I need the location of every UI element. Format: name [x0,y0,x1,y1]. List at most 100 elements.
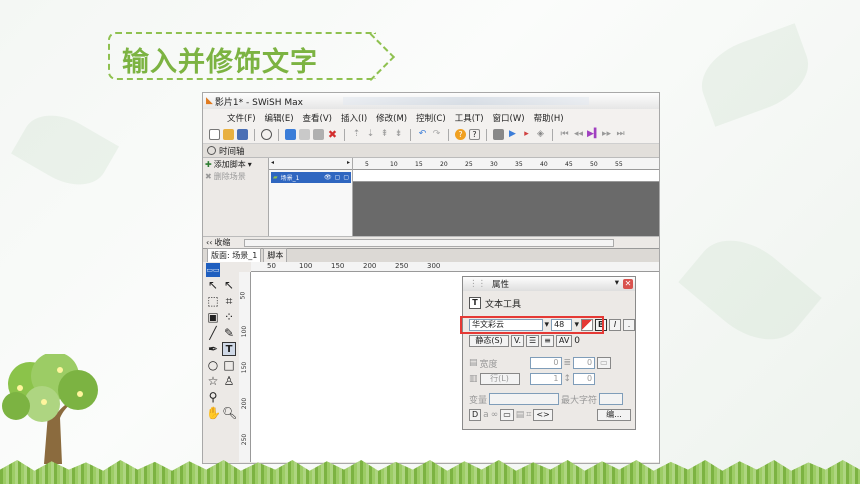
menu-tools[interactable]: 工具(T) [455,112,484,124]
delete-scene-label: 删除场景 [213,171,246,181]
width-icon: ▤ [469,358,478,368]
scene-track[interactable] [353,170,659,182]
timeline-tab[interactable]: 时间轴 [203,144,659,158]
italic-button[interactable]: I [609,319,621,331]
fast-forward-icon[interactable]: ▸▸ [601,129,612,140]
eyedropper-icon[interactable]: ⚲ [206,390,220,404]
play-icon[interactable]: ▶ [507,129,518,140]
undo-icon[interactable]: ↶ [417,129,428,140]
justify-button[interactable]: ☰ [525,335,540,347]
pen-tool-icon[interactable]: ✒ [206,342,220,356]
horizontal-scrollbar[interactable] [244,238,615,247]
wrap-button[interactable]: ▭ [597,357,611,369]
play-scene-icon[interactable]: ▸ [521,129,532,140]
lock-icon[interactable]: ▢ [335,174,341,181]
export-icon[interactable] [261,129,272,140]
send-back-icon[interactable]: ⇟ [393,129,404,140]
kerning-button[interactable]: V. [511,335,524,347]
max-chars-input[interactable] [599,393,624,405]
line-tool-icon[interactable]: ╱ [206,326,220,340]
ruler-number: 250 [241,433,249,446]
redo-icon[interactable]: ↷ [431,129,442,140]
horizontal-ruler: 50 100 150 200 250 300 [251,262,659,272]
ellipse-tool-icon[interactable]: ○ [206,358,220,372]
help-icon[interactable]: ? [455,129,466,140]
zoom-tool-icon[interactable]: 🔍︎ [222,406,237,420]
cut-icon[interactable] [285,129,296,140]
edit-button[interactable]: 编... [597,409,631,421]
context-help-icon[interactable]: ? [469,129,480,140]
next-frame-icon[interactable]: ▶▍ [587,129,601,140]
device-font-button[interactable]: D [469,409,482,421]
tab-script[interactable]: 脚本 [263,248,288,262]
last-frame-icon[interactable]: ⏭ [615,129,626,140]
first-frame-icon[interactable]: ⏮ [559,129,570,140]
copy-icon[interactable] [299,129,310,140]
visibility-icon[interactable]: 👁 [324,174,332,181]
width-input[interactable]: 0 [529,357,562,369]
new-file-icon[interactable] [209,129,220,140]
prev-frame-icon[interactable]: ◂◂ [573,129,584,140]
timeline-frames[interactable]: 5 10 15 20 25 30 35 40 45 50 55 [353,158,659,248]
star-tool-icon[interactable]: ☆ [206,374,220,388]
move-up-icon[interactable]: ⇡ [351,129,362,140]
ruler-number: 300 [427,262,441,270]
menu-insert[interactable]: 插入(I) [341,112,367,124]
indent-input[interactable]: 0 [573,373,596,385]
hand-tool-icon[interactable]: ✋ [206,406,221,420]
ruler-number: 200 [241,397,249,410]
scroll-right-icon[interactable]: ▸ [347,159,350,166]
frame-ruler-number: 30 [490,161,498,168]
delete-scene-button[interactable]: ✖ 删除场景 [203,170,268,182]
rectangle-tool-icon[interactable]: □ [222,358,236,372]
text-tool-icon[interactable]: T [222,342,236,356]
move-down-icon[interactable]: ⇣ [365,129,376,140]
fill-transform-icon[interactable]: ▣ [206,310,220,324]
menu-edit[interactable]: 编辑(E) [265,112,294,124]
more-style-button[interactable]: . [623,319,635,331]
motion-path-icon[interactable]: ⁘ [222,310,236,324]
align-button[interactable]: ≡ [541,335,554,347]
add-script-button[interactable]: ✚ 添加脚本 ▾ [203,158,268,170]
menu-window[interactable]: 窗口(W) [493,112,525,124]
spacing-value[interactable]: 0 [574,336,580,346]
transform-icon[interactable]: ⬚ [206,294,220,308]
close-icon[interactable]: ✕ [623,279,633,289]
spacing-button[interactable]: AV [555,335,573,347]
scene-item-label: 场景_1 [280,175,300,182]
vertical-ruler: 50 100 150 200 250 [239,272,251,462]
line-select[interactable]: 行(L) [479,373,520,385]
ruler-number: 200 [363,262,377,270]
menu-view[interactable]: 查看(V) [303,112,332,124]
select-arrow-icon[interactable]: ↖ [206,278,220,292]
play-effect-icon[interactable]: ◈ [535,129,546,140]
embed-button[interactable]: <> [533,409,553,421]
bring-front-icon[interactable]: ⇞ [379,129,390,140]
pin-icon[interactable]: ▾ [615,278,619,288]
open-folder-icon[interactable] [223,129,234,140]
save-icon[interactable] [237,129,248,140]
scroll-left-icon[interactable]: ◂ [271,159,274,166]
collapse-button[interactable]: 收缩 [214,237,230,248]
menu-help[interactable]: 帮助(H) [534,112,564,124]
outline-icon[interactable]: ▢ [343,174,349,181]
variable-input[interactable] [489,393,560,405]
border-button[interactable]: ▭ [500,409,514,421]
menu-control[interactable]: 控制(C) [416,112,446,124]
toolbar-separator [254,128,255,141]
text-type-select[interactable]: 静态(S) [469,335,509,347]
scene-item[interactable]: ▰ 场景_1 👁 ▢ ▢ [271,172,351,183]
height-input[interactable]: 0 [573,357,596,369]
line-input[interactable]: 1 [529,373,562,385]
pencil-tool-icon[interactable]: ✎ [222,326,236,340]
reshape-icon[interactable]: ⌗ [222,294,236,308]
delete-icon[interactable]: ✖ [327,129,338,140]
subselect-icon[interactable]: ↖ [222,278,236,292]
tab-layout[interactable]: 版面: 场景_1 [207,248,262,262]
menu-file[interactable]: 文件(F) [227,112,256,124]
toolbar-separator [344,128,345,141]
stop-icon[interactable] [493,129,504,140]
menu-modify[interactable]: 修改(M) [376,112,407,124]
scene-tool-icon[interactable]: ♙ [222,374,236,388]
paste-icon[interactable] [313,129,324,140]
